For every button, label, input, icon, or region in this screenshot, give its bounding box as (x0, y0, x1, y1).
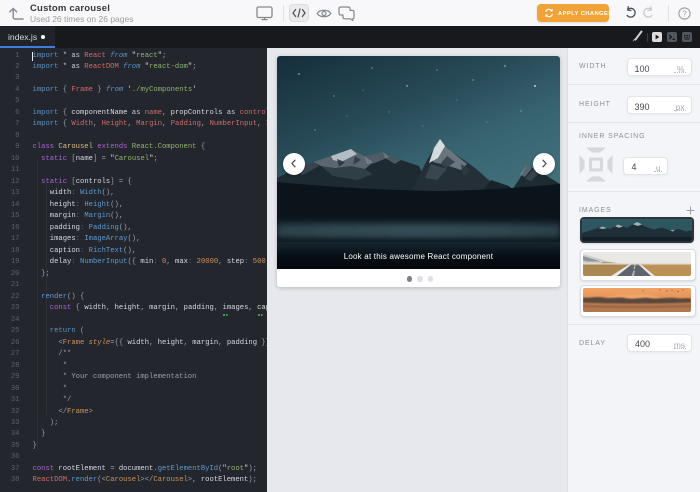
svg-text:?: ? (682, 9, 687, 18)
